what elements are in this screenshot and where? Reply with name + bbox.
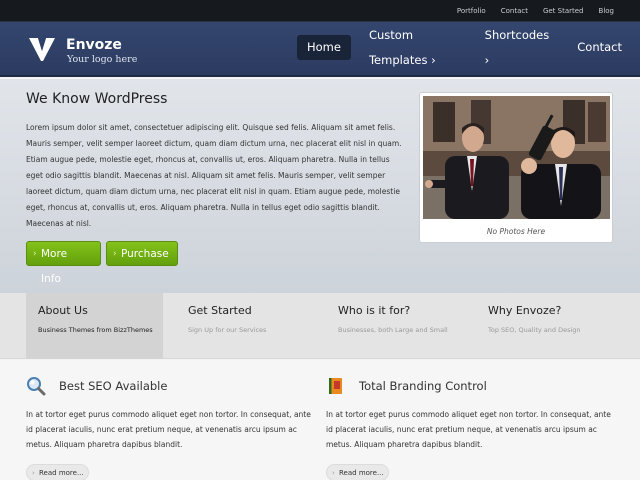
main-nav: Home Custom Templates › Shortcodes › Con…	[297, 28, 640, 67]
strip-about-us-title: About Us	[38, 304, 88, 317]
top-nav-portfolio[interactable]: Portfolio	[457, 7, 486, 15]
nav-contact-label: Contact	[577, 40, 622, 54]
strip-why-envoze-sub: Top SEO, Quality and Design	[488, 326, 581, 334]
content-area: Best SEO Available In at tortor eget pur…	[0, 360, 640, 480]
strip-who-is-it-for[interactable]: Who is it for? Businesses, both Large an…	[326, 293, 463, 359]
nav-custom-templates[interactable]: Custom Templates ›	[359, 28, 467, 67]
magnifier-icon	[27, 377, 46, 396]
strip-get-started-title: Get Started	[188, 304, 252, 317]
more-info-button[interactable]: More Info	[26, 241, 101, 285]
strip-why-envoze-title: Why Envoze?	[488, 304, 562, 317]
site-header: Envoze Your logo here Home Custom Templa…	[0, 22, 640, 77]
nav-shortcodes[interactable]: Shortcodes ›	[475, 28, 560, 67]
strip-who-is-it-for-title: Who is it for?	[338, 304, 411, 317]
hero-text: Lorem ipsum dolor sit amet, consectetuer…	[26, 123, 402, 228]
feature-seo-title: Best SEO Available	[59, 379, 168, 393]
hero-photo	[423, 96, 610, 219]
feature-strip: About Us Business Themes from BizzThemes…	[0, 293, 640, 359]
feature-branding: Total Branding Control In at tortor eget…	[326, 360, 611, 480]
logo-tagline: Your logo here	[67, 54, 138, 65]
hero-title: We Know WordPress	[26, 91, 168, 107]
feature-seo-read-more[interactable]: Read more...	[26, 464, 89, 480]
feature-branding-title: Total Branding Control	[359, 379, 487, 393]
photo-caption: No Photos Here	[486, 227, 546, 236]
nav-contact[interactable]: Contact	[567, 35, 632, 60]
strip-who-is-it-for-sub: Businesses, both Large and Small	[338, 326, 448, 334]
strip-get-started-sub: Sign Up for our Services	[188, 326, 267, 334]
nav-home-label: Home	[307, 40, 341, 54]
top-nav-contact[interactable]: Contact	[501, 7, 528, 15]
nav-custom-templates-label: Custom Templates ›	[368, 27, 436, 67]
top-nav: Portfolio Contact Get Started Blog	[457, 0, 614, 22]
purchase-button[interactable]: Purchase	[106, 241, 178, 267]
hero-photo-frame: No Photos Here	[419, 92, 613, 243]
strip-why-envoze[interactable]: Why Envoze? Top SEO, Quality and Design	[476, 293, 613, 359]
feature-seo: Best SEO Available In at tortor eget pur…	[26, 360, 311, 480]
top-bar: Portfolio Contact Get Started Blog	[0, 0, 640, 22]
feature-seo-text: In at tortor eget purus commodo aliquet …	[26, 410, 311, 449]
top-nav-blog[interactable]: Blog	[599, 7, 614, 15]
strip-about-us[interactable]: About Us Business Themes from BizzThemes	[26, 293, 163, 359]
logo-v-icon[interactable]	[28, 35, 56, 63]
feature-branding-read-more[interactable]: Read more...	[326, 464, 389, 480]
logo-title[interactable]: Envoze	[66, 37, 122, 53]
strip-get-started[interactable]: Get Started Sign Up for our Services	[176, 293, 313, 359]
nav-shortcodes-label: Shortcodes ›	[484, 27, 550, 67]
branding-book-icon	[329, 378, 342, 394]
hero-section: We Know WordPress Lorem ipsum dolor sit …	[0, 79, 640, 293]
strip-about-us-sub: Business Themes from BizzThemes	[38, 326, 153, 334]
feature-branding-text: In at tortor eget purus commodo aliquet …	[326, 410, 611, 449]
nav-home[interactable]: Home	[297, 35, 351, 60]
top-nav-get-started[interactable]: Get Started	[543, 7, 584, 15]
